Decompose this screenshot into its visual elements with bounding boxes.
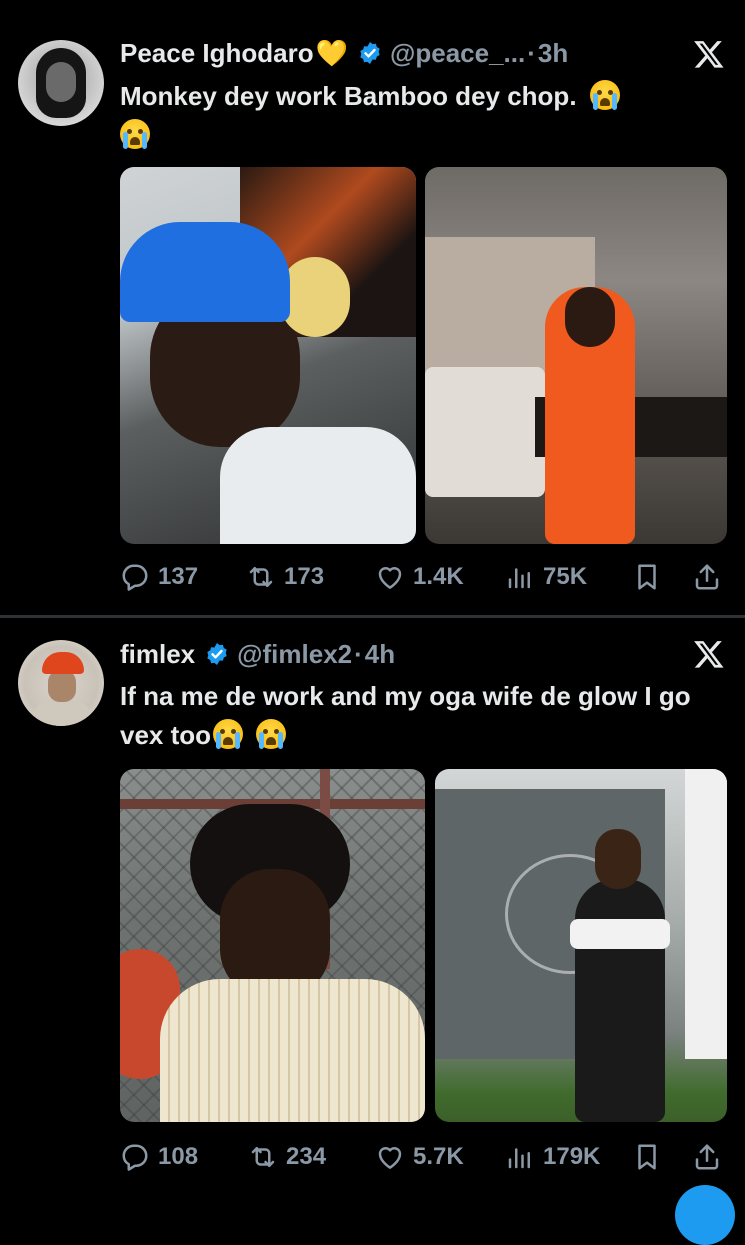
reply-icon — [122, 564, 148, 591]
avatar-face — [48, 670, 76, 702]
like-icon — [378, 1147, 402, 1169]
tweet-text: Monkey dey work Bamboo dey chop. — [120, 77, 710, 155]
views-icon — [508, 568, 530, 589]
x-logo-icon[interactable] — [693, 38, 725, 70]
compose-fab-button[interactable] — [675, 1185, 735, 1245]
crying-face-emoji — [256, 719, 287, 749]
avatar[interactable] — [18, 640, 104, 726]
timestamp[interactable]: 3h — [538, 38, 568, 69]
separator-dot: · — [354, 638, 363, 669]
yellow-heart-emoji: 💛 — [315, 38, 348, 68]
handle[interactable]: @peace_... — [390, 38, 525, 69]
bookmark-button[interactable] — [632, 1140, 662, 1174]
crying-face-emoji — [589, 80, 620, 110]
avatar-red-cap — [42, 652, 84, 674]
photo-person-black-outfit — [575, 879, 665, 1122]
like-icon — [378, 567, 402, 589]
avatar-face — [46, 62, 76, 102]
x-logo-icon[interactable] — [693, 638, 725, 670]
repost-count: 173 — [284, 563, 325, 590]
tweet-photo-1[interactable] — [120, 769, 425, 1122]
share-icon — [695, 1144, 719, 1170]
photo-person-head — [595, 829, 641, 889]
tweet-card[interactable]: Peace Ighodaro 💛 @peace_... · 3h Monkey … — [0, 0, 745, 615]
photo-sofa — [425, 367, 545, 497]
crying-face-emoji — [120, 119, 150, 149]
tweet-actions: 108 234 5.7K 179K — [120, 1140, 730, 1174]
views-count: 75K — [543, 563, 588, 590]
like-count: 1.4K — [413, 563, 464, 590]
repost-icon — [251, 1147, 275, 1167]
handle[interactable]: @fimlex2 — [237, 639, 352, 670]
tweet-text: If na me de work and my oga wife de glow… — [120, 677, 720, 755]
tweet-header: Peace Ighodaro 💛 @peace_... · 3h — [120, 36, 568, 70]
bookmark-icon — [638, 1144, 656, 1170]
photo-person-head — [565, 287, 615, 347]
reply-button[interactable]: 137 — [120, 560, 198, 594]
reply-count: 137 — [158, 563, 199, 590]
tweet-photo-1[interactable] — [120, 167, 416, 544]
views-button[interactable]: 75K — [505, 560, 587, 594]
tweet-text-body: If na me de work and my oga wife de glow… — [120, 681, 691, 750]
tweet-header: fimlex @fimlex2 · 4h — [120, 637, 395, 671]
share-icon — [695, 564, 719, 590]
tweet-photo-2[interactable] — [435, 769, 727, 1122]
tweet-photo-2[interactable] — [425, 167, 727, 544]
views-icon — [508, 1148, 530, 1169]
like-button[interactable]: 5.7K — [375, 1140, 464, 1174]
views-count: 179K — [543, 1143, 601, 1170]
tweet-actions: 137 173 1.4K 75K — [120, 560, 730, 594]
views-button[interactable]: 179K — [505, 1140, 600, 1174]
reply-button[interactable]: 108 — [120, 1140, 198, 1174]
repost-count: 234 — [286, 1143, 327, 1170]
display-name[interactable]: Peace Ighodaro — [120, 38, 314, 69]
bookmark-button[interactable] — [632, 560, 662, 594]
avatar-body — [32, 700, 92, 726]
like-count: 5.7K — [413, 1143, 464, 1170]
crying-face-emoji — [213, 719, 244, 749]
photo-white-shirt — [220, 427, 416, 544]
tweet-card[interactable]: fimlex @fimlex2 · 4h If na me de work an… — [0, 618, 745, 1200]
photo-striped-shirt — [160, 979, 425, 1122]
timestamp[interactable]: 4h — [365, 639, 395, 670]
display-name[interactable]: fimlex — [120, 639, 195, 670]
reply-count: 108 — [158, 1143, 199, 1170]
separator-dot: · — [527, 37, 536, 68]
tweet-text-body: Monkey dey work Bamboo dey chop. — [120, 81, 577, 111]
repost-icon — [249, 567, 273, 587]
photo-window-frame — [685, 769, 727, 1059]
photo-blue-cap — [120, 222, 290, 322]
repost-button[interactable]: 173 — [246, 560, 324, 594]
avatar[interactable] — [18, 40, 104, 126]
verified-badge-icon — [360, 42, 380, 64]
share-button[interactable] — [692, 1140, 722, 1174]
like-button[interactable]: 1.4K — [375, 560, 464, 594]
reply-icon — [122, 1144, 148, 1171]
photo-white-top-band — [570, 919, 670, 949]
photo-person-hair — [280, 257, 350, 337]
repost-button[interactable]: 234 — [248, 1140, 326, 1174]
share-button[interactable] — [692, 560, 722, 594]
bookmark-icon — [638, 564, 656, 590]
verified-badge-icon — [207, 643, 227, 665]
